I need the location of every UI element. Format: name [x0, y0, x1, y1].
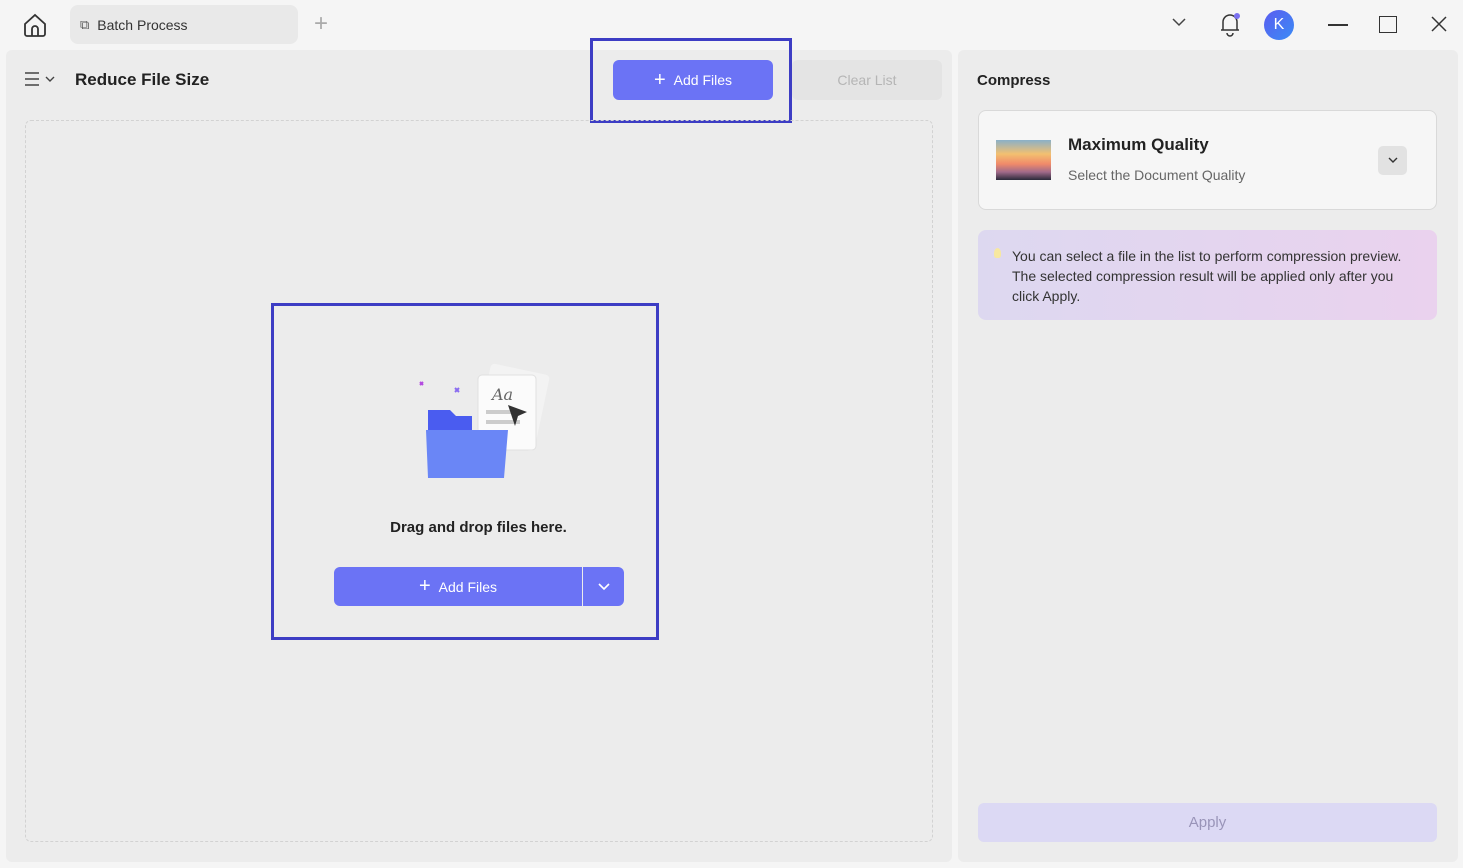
add-files-button[interactable]: + Add Files [613, 60, 773, 100]
avatar[interactable]: K [1264, 10, 1294, 40]
quality-title: Maximum Quality [1068, 135, 1209, 154]
menu-button[interactable] [24, 70, 55, 88]
svg-text:Aa: Aa [490, 385, 513, 404]
tip-box: You can select a file in the list to per… [978, 230, 1437, 320]
chevron-down-icon [45, 76, 55, 82]
drop-instruction: Drag and drop files here. [390, 519, 567, 536]
add-files-dropdown-button[interactable] [583, 567, 624, 606]
folder-illustration-icon: Aa [410, 360, 550, 490]
chevron-down-icon [1388, 157, 1397, 163]
maximize-button[interactable] [1379, 16, 1397, 33]
plus-icon: + [653, 68, 666, 91]
new-tab-button[interactable]: + [314, 10, 328, 38]
menu-icon [25, 72, 39, 86]
page-title: Reduce File Size [75, 70, 210, 89]
close-button[interactable] [1429, 14, 1449, 39]
copy-icon: ⧉ [80, 16, 90, 32]
apply-button[interactable]: Apply [978, 803, 1437, 842]
quality-thumbnail [996, 140, 1051, 180]
lightbulb-icon [994, 248, 1001, 258]
home-button[interactable] [22, 12, 48, 43]
tab-batch-process[interactable]: ⧉ Batch Process [70, 5, 298, 44]
chevron-down-icon [597, 582, 610, 590]
quality-dropdown-button[interactable] [1378, 146, 1407, 175]
notification-bell-icon[interactable] [1218, 11, 1242, 42]
quality-subtitle: Select the Document Quality [1068, 167, 1246, 183]
dropdown-chevron-icon[interactable] [1170, 15, 1188, 33]
home-icon [24, 13, 46, 37]
add-files-main-button[interactable]: + Add Files [334, 567, 582, 606]
clear-list-button[interactable]: Clear List [792, 60, 942, 100]
compress-heading: Compress [977, 72, 1051, 89]
minimize-button[interactable] [1328, 24, 1348, 26]
plus-icon: + [418, 575, 431, 597]
